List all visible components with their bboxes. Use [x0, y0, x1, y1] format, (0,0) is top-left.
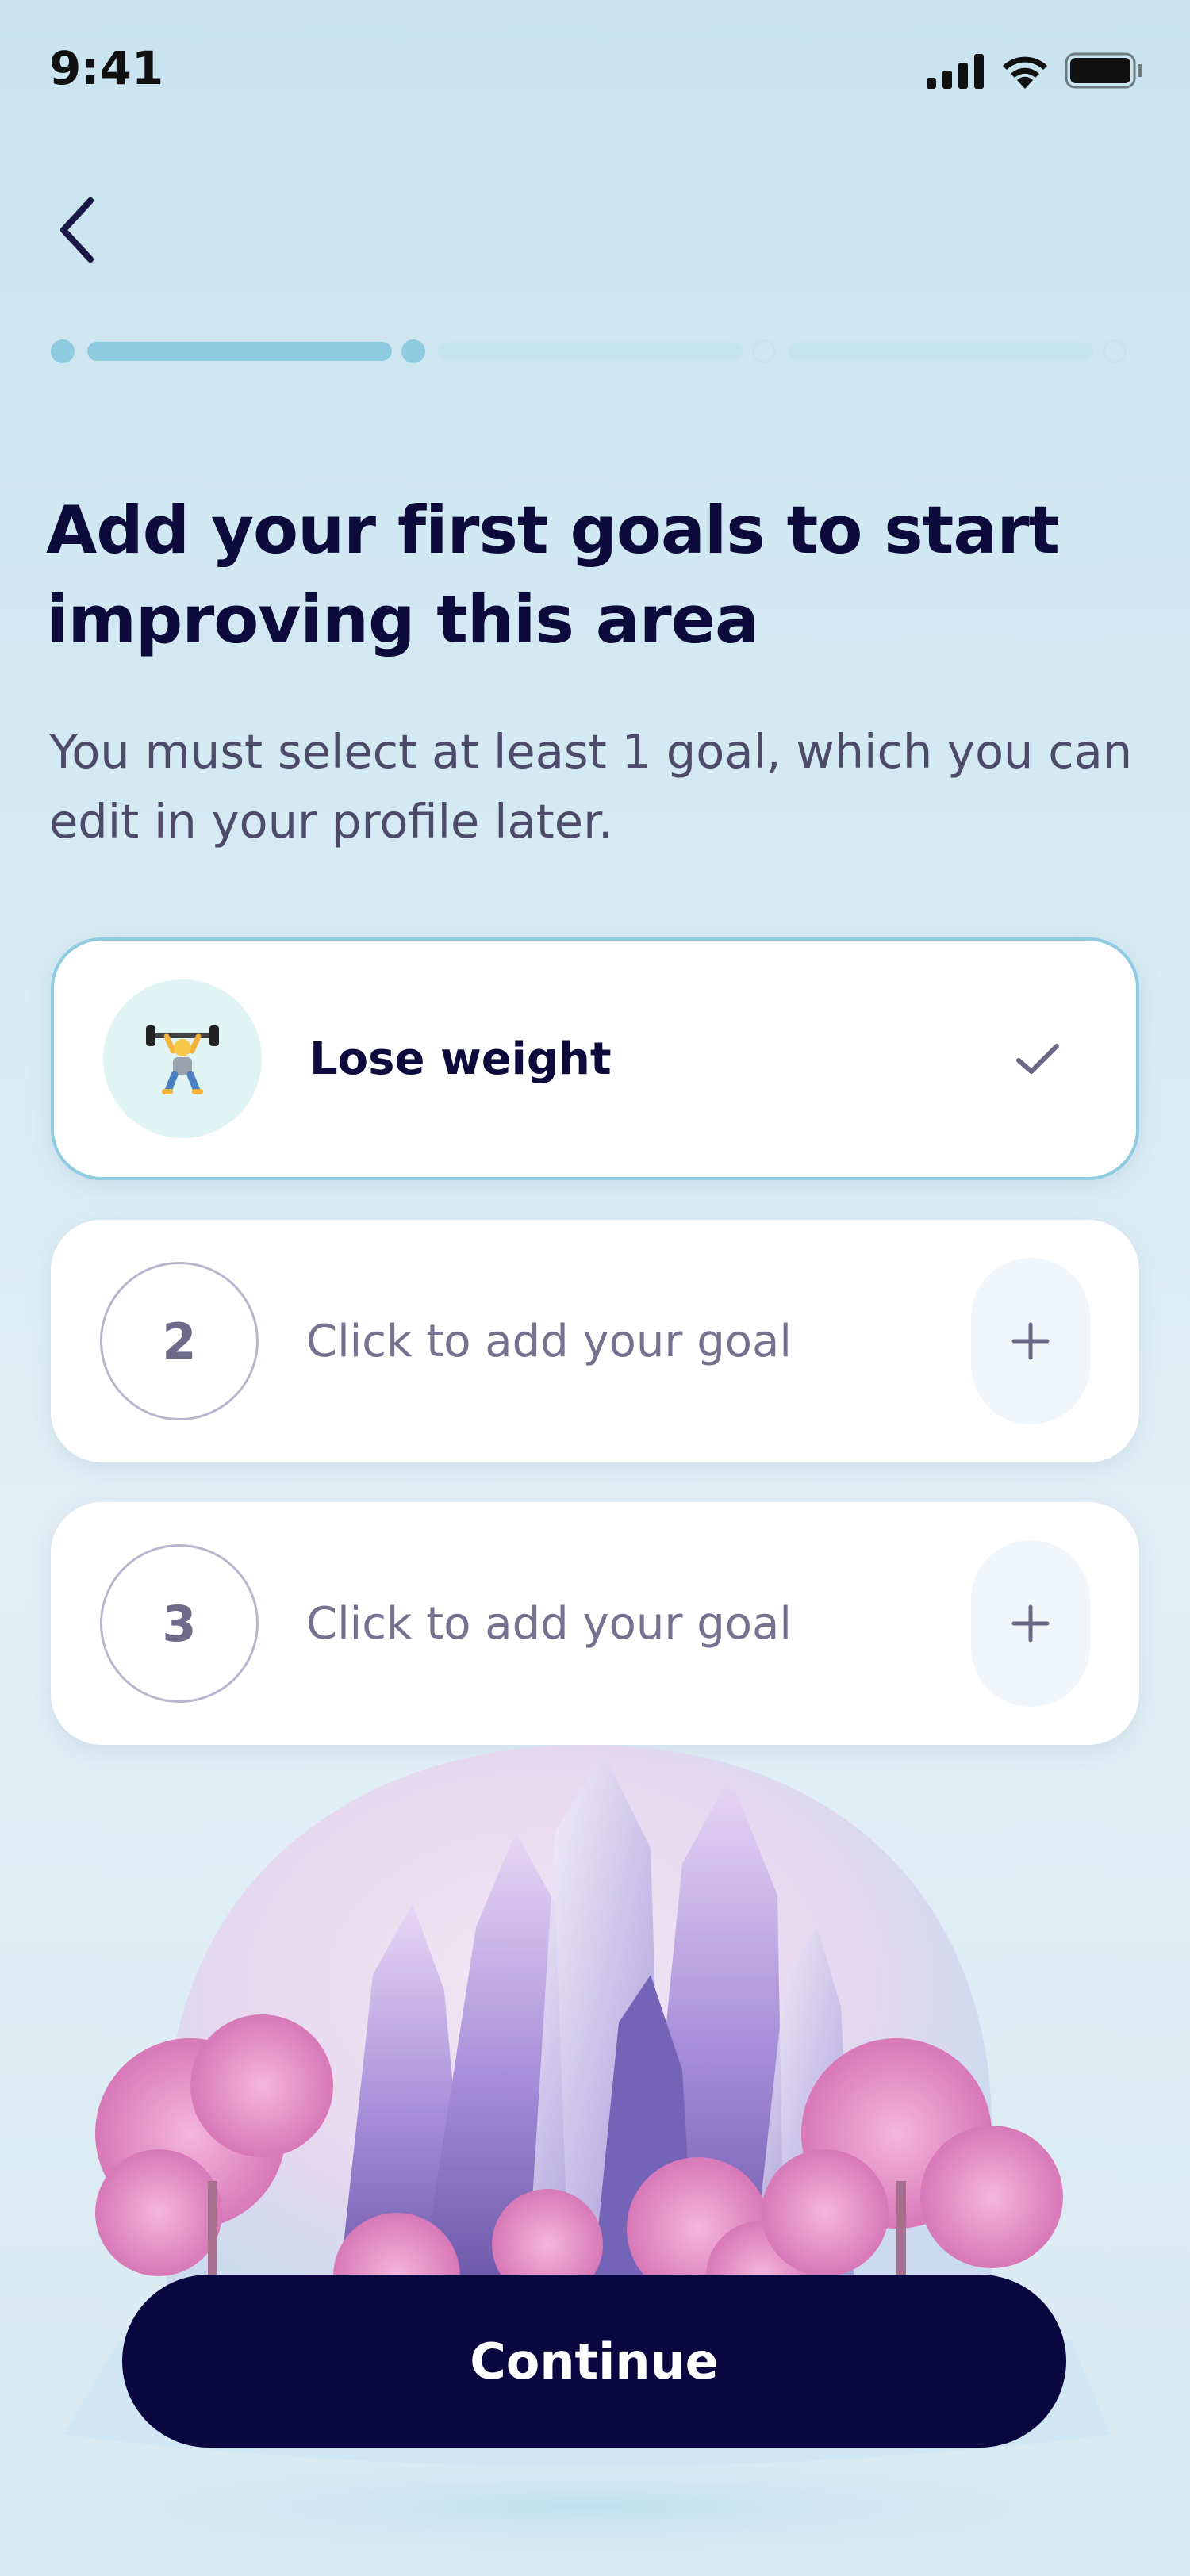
goal-placeholder: Click to add your goal: [306, 1315, 792, 1367]
page-title: Add your first goals to start improving …: [46, 492, 1060, 658]
continue-button[interactable]: Continue: [122, 2275, 1066, 2448]
goal-card-3[interactable]: 3 Click to add your goal: [51, 1502, 1139, 1745]
checkmark-icon: [1016, 1044, 1059, 1074]
crystal-globe-illustration: [16, 1745, 1158, 2562]
progress-segment-1: [87, 342, 392, 361]
goal-label: Lose weight: [309, 1033, 612, 1085]
status-time: 9:41: [49, 41, 164, 95]
progress-dot-2: [401, 339, 425, 363]
page-subtitle: You must select at least 1 goal, which y…: [49, 724, 1133, 849]
progress-dot-3: [752, 339, 776, 363]
progress-segment-3: [789, 342, 1093, 361]
goal-placeholder: Click to add your goal: [306, 1597, 792, 1650]
progress-dot-1: [51, 339, 75, 363]
cellular-signal-icon: [927, 54, 984, 89]
plus-icon: [1012, 1322, 1050, 1360]
weightlifter-icon: [146, 1025, 219, 1094]
goal-number-badge: 2: [100, 1262, 259, 1420]
wifi-icon: [1003, 56, 1047, 89]
progress-segment-2: [438, 342, 743, 361]
goal-emoji-badge: [103, 979, 262, 1138]
add-goal-button[interactable]: [971, 1258, 1090, 1424]
add-goal-button[interactable]: [971, 1540, 1090, 1707]
goal-number-badge: 3: [100, 1544, 259, 1703]
back-button[interactable]: [52, 190, 124, 270]
onboarding-progress: [51, 338, 1127, 365]
plus-icon: [1012, 1604, 1050, 1643]
battery-icon: [1065, 52, 1142, 89]
goal-card-1[interactable]: Lose weight: [51, 937, 1139, 1180]
progress-dot-4: [1103, 339, 1127, 363]
goal-card-2[interactable]: 2 Click to add your goal: [51, 1220, 1139, 1462]
chevron-left-icon: [60, 197, 94, 263]
status-icons: [927, 52, 1144, 89]
